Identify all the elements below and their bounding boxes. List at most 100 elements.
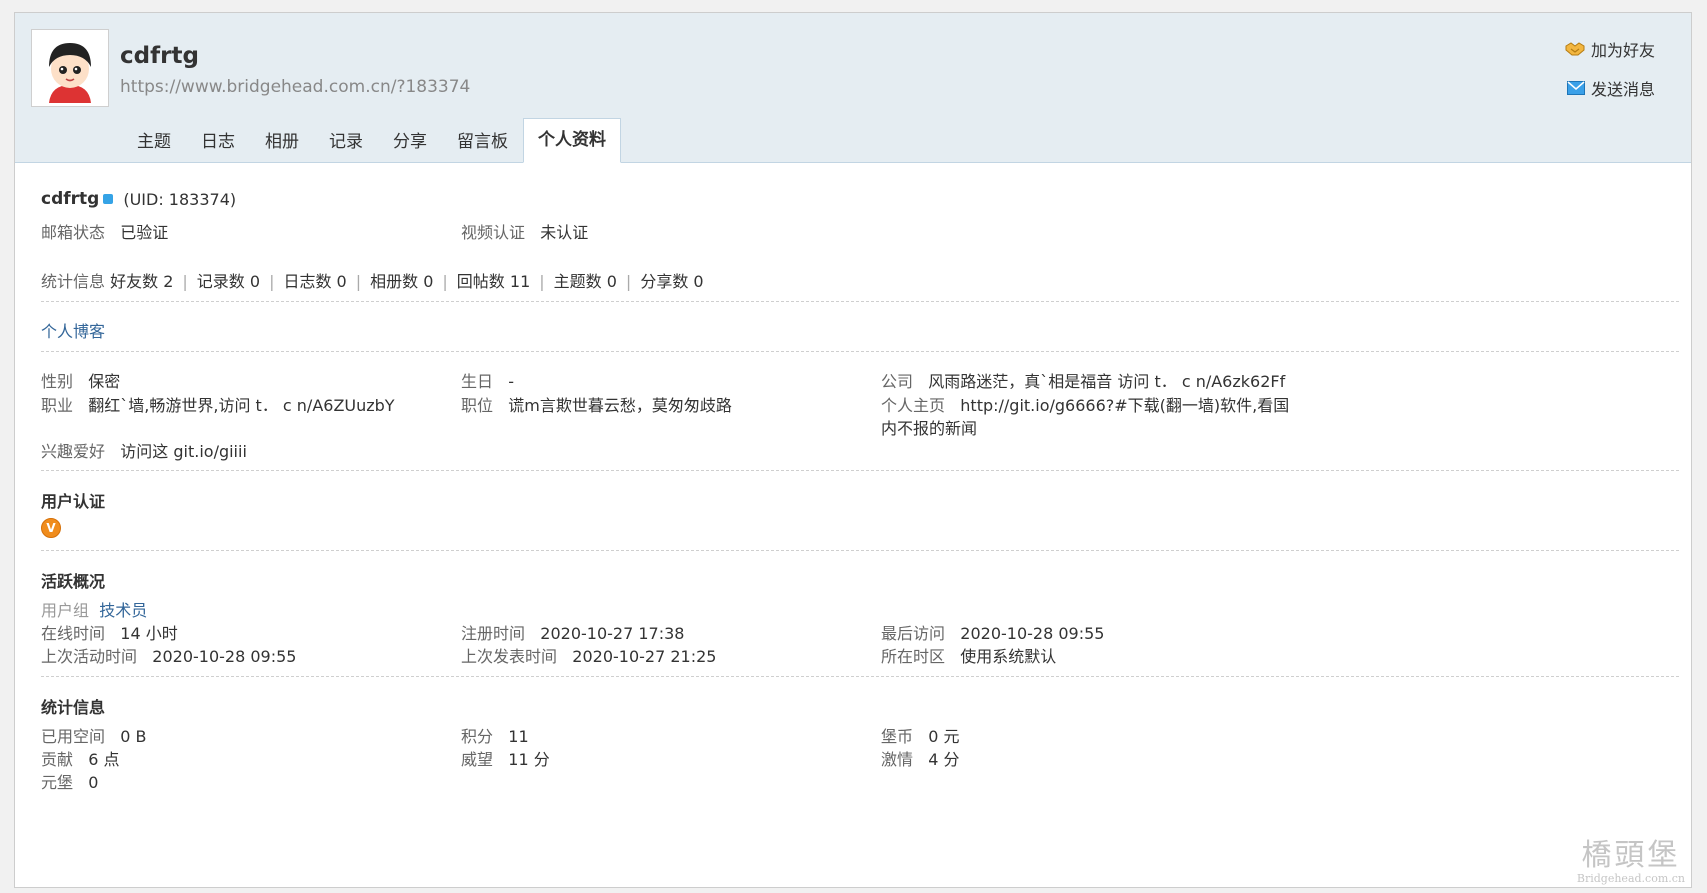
- yuanbao-row: 元堡 0: [41, 769, 98, 793]
- last-visit-label: 最后访问: [881, 624, 946, 643]
- yuanbao-label: 元堡: [41, 773, 74, 792]
- stat-records[interactable]: 记录数 0: [197, 272, 260, 291]
- tab-blog[interactable]: 日志: [186, 127, 250, 163]
- tab-records[interactable]: 记录: [314, 127, 378, 163]
- cert-title: 用户认证: [41, 492, 106, 511]
- prestige-label: 威望: [461, 750, 494, 769]
- profile-tabs: 主题 日志 相册 记录 分享 留言板 个人资料: [122, 118, 621, 163]
- hobby-value: 访问这 git.io/giiii: [120, 442, 247, 461]
- prestige-value: 11 分: [508, 750, 550, 769]
- stat-shares[interactable]: 分享数 0: [640, 272, 703, 291]
- vip-badge-icon[interactable]: V: [41, 518, 61, 538]
- divider: [41, 301, 1679, 302]
- group-value-link[interactable]: 技术员: [99, 601, 147, 620]
- stat-blogs[interactable]: 日志数 0: [283, 272, 346, 291]
- tab-topics[interactable]: 主题: [122, 127, 186, 163]
- tab-guestbook[interactable]: 留言板: [442, 127, 523, 163]
- contribution-row: 贡献 6 点: [41, 746, 120, 770]
- birthday-value: -: [508, 372, 515, 391]
- email-status-label: 邮箱状态: [41, 223, 106, 242]
- video-cert-value: 未认证: [540, 223, 589, 242]
- stat-replies[interactable]: 回帖数 11: [457, 272, 530, 291]
- stat-friends[interactable]: 好友数 2: [110, 272, 173, 291]
- job-row: 职业 翻红`墙,畅游世界,访问 t． c n/A6ZUuzbY: [41, 392, 395, 416]
- timezone-row: 所在时区 使用系统默认: [881, 643, 1056, 667]
- contribution-value: 6 点: [88, 750, 120, 769]
- handshake-icon: [1565, 42, 1585, 56]
- job-value: 翻红`墙,畅游世界,访问 t． c n/A6ZUuzbY: [88, 396, 395, 415]
- hobby-row: 兴趣爱好 访问这 git.io/giiii: [41, 438, 247, 462]
- last-post-row: 上次发表时间 2020-10-27 21:25: [461, 643, 716, 667]
- position-label: 职位: [461, 396, 494, 415]
- job-label: 职业: [41, 396, 74, 415]
- statistics-title: 统计信息: [41, 698, 106, 717]
- last-visit-value: 2020-10-28 09:55: [960, 624, 1105, 643]
- stat-topics[interactable]: 主题数 0: [554, 272, 617, 291]
- profile-card: cdfrtg https://www.bridgehead.com.cn/?18…: [14, 12, 1692, 888]
- activity-title: 活跃概况: [41, 572, 106, 591]
- tab-profile[interactable]: 个人资料: [523, 118, 621, 163]
- online-status-icon: [103, 194, 114, 204]
- register-time-row: 注册时间 2020-10-27 17:38: [461, 620, 684, 644]
- coin-label: 堡币: [881, 727, 914, 746]
- timezone-label: 所在时区: [881, 647, 946, 666]
- avatar[interactable]: [31, 29, 109, 107]
- email-status-value: 已验证: [120, 223, 169, 242]
- points-value: 11: [508, 727, 529, 746]
- homepage-row: 个人主页 http://git.io/g6666?#下载(翻一墙)软件,看国: [881, 392, 1289, 416]
- points-label: 积分: [461, 727, 494, 746]
- divider: [41, 550, 1679, 551]
- last-active-row: 上次活动时间 2020-10-28 09:55: [41, 643, 296, 667]
- passion-value: 4 分: [928, 750, 960, 769]
- profile-header: cdfrtg https://www.bridgehead.com.cn/?18…: [15, 13, 1691, 163]
- send-message-label: 发送消息: [1590, 80, 1655, 99]
- gender-label: 性别: [41, 372, 74, 391]
- prestige-row: 威望 11 分: [461, 746, 550, 770]
- homepage-value-line2: 内不报的新闻: [881, 419, 978, 438]
- coin-value: 0 元: [928, 727, 960, 746]
- hobby-label: 兴趣爱好: [41, 442, 106, 461]
- yuanbao-value: 0: [88, 773, 99, 792]
- header-username: cdfrtg: [120, 43, 199, 69]
- divider: [41, 351, 1679, 352]
- send-message-button[interactable]: 发送消息: [1566, 76, 1655, 100]
- divider: [41, 470, 1679, 471]
- last-post-label: 上次发表时间: [461, 647, 558, 666]
- stats-row: 统计信息 好友数 2 | 记录数 0 | 日志数 0 | 相册数 0 | 回帖数 11 | 主题数 …: [41, 272, 704, 291]
- homepage-label: 个人主页: [881, 396, 946, 415]
- watermark-title: 橋頭堡: [1581, 838, 1681, 873]
- contribution-label: 贡献: [41, 750, 74, 769]
- passion-label: 激情: [881, 750, 914, 769]
- profile-name-line: cdfrtg (UID: 183374): [41, 189, 236, 209]
- space-label: 已用空间: [41, 727, 106, 746]
- online-time-row: 在线时间 14 小时: [41, 620, 178, 644]
- last-visit-row: 最后访问 2020-10-28 09:55: [881, 620, 1104, 644]
- register-time-label: 注册时间: [461, 624, 526, 643]
- tab-share[interactable]: 分享: [378, 127, 442, 163]
- space-value: 0 B: [120, 727, 147, 746]
- video-cert-label: 视频认证: [461, 223, 526, 242]
- birthday-row: 生日 -: [461, 368, 514, 392]
- gender-row: 性别 保密: [41, 368, 120, 392]
- points-row: 积分 11: [461, 723, 529, 747]
- video-cert-row: 视频认证 未认证: [461, 219, 588, 243]
- homepage-value: http://git.io/g6666?#下载(翻一墙)软件,看国: [960, 396, 1290, 415]
- watermark-logo: 橋頭堡 Bridgehead.com.cn: [1577, 839, 1685, 885]
- last-active-value: 2020-10-28 09:55: [152, 647, 297, 666]
- add-friend-label: 加为好友: [1590, 41, 1655, 60]
- group-label: 用户组: [41, 601, 90, 620]
- timezone-value: 使用系统默认: [960, 647, 1057, 666]
- position-row: 职位 谎m言欺世暮云愁，莫匆匆歧路: [461, 392, 732, 416]
- add-friend-button[interactable]: 加为好友: [1565, 37, 1655, 61]
- watermark-url: Bridgehead.com.cn: [1576, 872, 1685, 885]
- divider: [41, 676, 1679, 677]
- header-url[interactable]: https://www.bridgehead.com.cn/?183374: [120, 77, 470, 97]
- email-status-row: 邮箱状态 已验证: [41, 219, 168, 243]
- last-post-value: 2020-10-27 21:25: [572, 647, 717, 666]
- space-row: 已用空间 0 B: [41, 723, 147, 747]
- tab-album[interactable]: 相册: [250, 127, 314, 163]
- birthday-label: 生日: [461, 372, 494, 391]
- personal-blog-link[interactable]: 个人博客: [41, 318, 105, 342]
- stat-albums[interactable]: 相册数 0: [370, 272, 433, 291]
- stats-label: 统计信息: [41, 272, 106, 291]
